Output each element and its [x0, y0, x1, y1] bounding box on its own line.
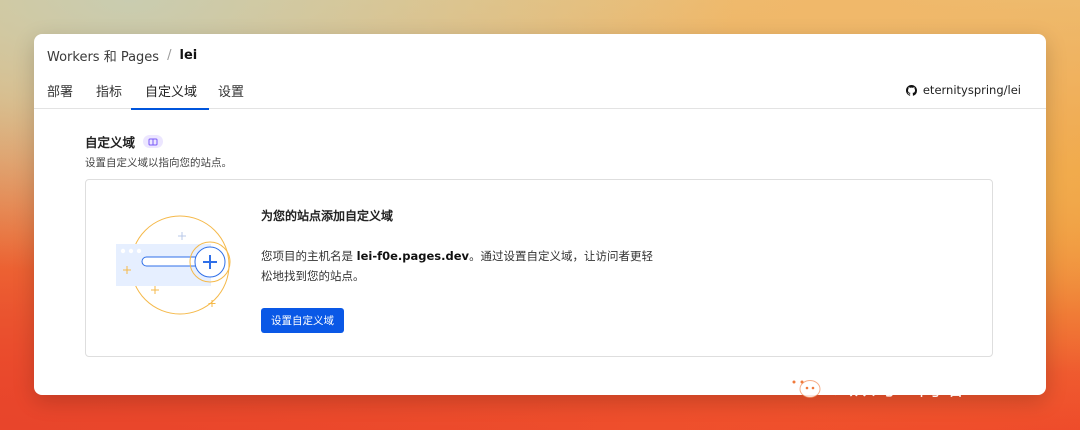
card-body-prefix: 您项目的主机名是: [261, 249, 357, 263]
tab-custom-domains[interactable]: 自定义域: [131, 81, 210, 110]
add-domain-card: 为您的站点添加自定义域 您项目的主机名是 lei-f0e.pages.dev。通…: [85, 179, 993, 357]
add-custom-domain-button[interactable]: 设置自定义域: [261, 308, 344, 333]
repo-link[interactable]: eternityspring/lei: [905, 83, 1021, 97]
section-title: 自定义域: [85, 132, 164, 151]
card-heading: 为您的站点添加自定义域: [261, 209, 394, 223]
beta-icon: [143, 135, 164, 148]
github-icon: [905, 84, 917, 96]
card-body: 您项目的主机名是 lei-f0e.pages.dev。通过设置自定义域，让访问者…: [261, 246, 661, 286]
tab-bar: 部署 指标 自定义域 设置 eternityspring/lei: [34, 74, 1046, 110]
domain-illustration: [112, 214, 232, 324]
app-window: Workers 和 Pages / lei 部署 指标 自定义域 设置 eter…: [34, 34, 1046, 395]
tab-deployments[interactable]: 部署: [47, 81, 73, 108]
section-description: 设置自定义域以指向您的站点。: [85, 157, 232, 169]
breadcrumb-current: lei: [179, 48, 198, 63]
project-hostname: lei-f0e.pages.dev: [356, 249, 470, 263]
section-title-text: 自定义域: [85, 135, 136, 150]
breadcrumb-separator: /: [167, 48, 172, 63]
wechat-icon: [784, 372, 824, 400]
watermark: 公众号 · 阿皓AI: [784, 370, 985, 402]
watermark-text: 公众号 · 阿皓AI: [832, 376, 985, 401]
tab-settings[interactable]: 设置: [218, 81, 244, 108]
repo-label: eternityspring/lei: [922, 83, 1021, 97]
tab-metrics[interactable]: 指标: [96, 81, 122, 108]
breadcrumb: Workers 和 Pages / lei: [47, 46, 197, 65]
breadcrumb-parent-link[interactable]: Workers 和 Pages: [47, 46, 159, 65]
